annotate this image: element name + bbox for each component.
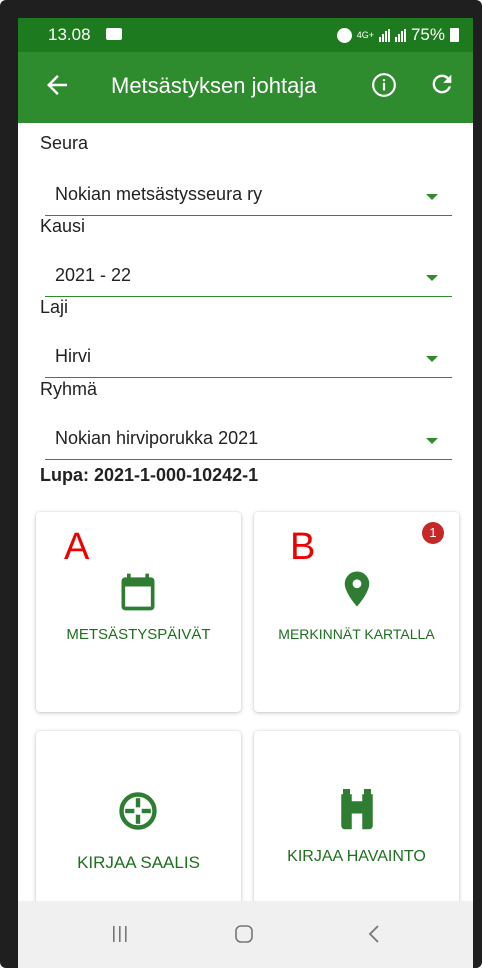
app-bar: Metsästyksen johtaja (18, 52, 473, 123)
signal-icon-2 (394, 28, 406, 42)
status-bar: 13.08 4G+ 75% (18, 18, 473, 52)
back-nav-icon[interactable] (354, 921, 394, 947)
status-time: 13.08 (48, 25, 91, 44)
dropdown-caret-icon (426, 356, 438, 362)
battery-icon (450, 28, 459, 42)
notification-badge: 1 (422, 522, 444, 544)
status-indicators: 4G+ 75% (336, 25, 459, 45)
ryhma-select[interactable]: Nokian hirviporukka 2021 (45, 422, 452, 460)
binoculars-icon (341, 789, 373, 830)
tile-map-markings[interactable]: B 1 MERKINNÄT KARTALLA (254, 512, 459, 712)
calendar-icon (121, 573, 155, 611)
dropdown-caret-icon (426, 194, 438, 200)
kausi-select[interactable]: 2021 - 22 (45, 259, 452, 297)
kausi-label: Kausi (40, 216, 86, 236)
info-icon[interactable] (371, 72, 397, 98)
tile-hunting-days[interactable]: A METSÄSTYSPÄIVÄT (36, 512, 241, 712)
kausi-value: 2021 - 22 (55, 265, 132, 285)
recent-apps-icon[interactable] (100, 921, 140, 947)
crosshair-icon (119, 792, 157, 830)
ryhma-label: Ryhmä (40, 379, 98, 399)
phone-frame: 13.08 4G+ 75% Metsästyksen johtaja Seura… (0, 0, 482, 968)
tile-map-markings-label: MERKINNÄT KARTALLA (278, 626, 435, 642)
message-icon (106, 28, 122, 40)
home-icon[interactable] (224, 921, 264, 947)
laji-select[interactable]: Hirvi (45, 340, 452, 378)
laji-label: Laji (40, 297, 69, 317)
ryhma-value: Nokian hirviporukka 2021 (55, 428, 259, 448)
annotation-letter-b: B (290, 526, 316, 568)
tile-record-observation-label: KIRJAA HAVAINTO (287, 848, 426, 865)
tile-record-catch-label: KIRJAA SAALIS (77, 853, 200, 872)
dropdown-caret-icon (426, 438, 438, 444)
seura-select[interactable]: Nokian metsästysseura ry (45, 178, 452, 216)
seura-label: Seura (40, 133, 89, 153)
signal-icon (378, 28, 390, 42)
network-type: 4G+ (356, 29, 374, 40)
laji-value: Hirvi (55, 346, 91, 366)
tile-record-observation[interactable]: KIRJAA HAVAINTO (254, 731, 459, 921)
system-nav-bar (18, 901, 473, 968)
back-arrow-icon[interactable] (42, 70, 72, 100)
refresh-icon[interactable] (428, 70, 456, 98)
page-title: Metsästyksen johtaja (111, 73, 317, 98)
battery-level: 75% (410, 25, 445, 44)
screen: 13.08 4G+ 75% Metsästyksen johtaja Seura… (18, 18, 473, 968)
tile-hunting-days-label: METSÄSTYSPÄIVÄT (66, 626, 211, 643)
alarm-icon (336, 27, 352, 43)
dropdown-caret-icon (426, 275, 438, 281)
tile-record-catch[interactable]: KIRJAA SAALIS (36, 731, 241, 921)
annotation-letter-a: A (64, 526, 90, 568)
permit-number: Lupa: 2021-1-000-10242-1 (40, 465, 259, 485)
seura-value: Nokian metsästysseura ry (55, 184, 263, 204)
location-pin-icon (344, 571, 370, 607)
